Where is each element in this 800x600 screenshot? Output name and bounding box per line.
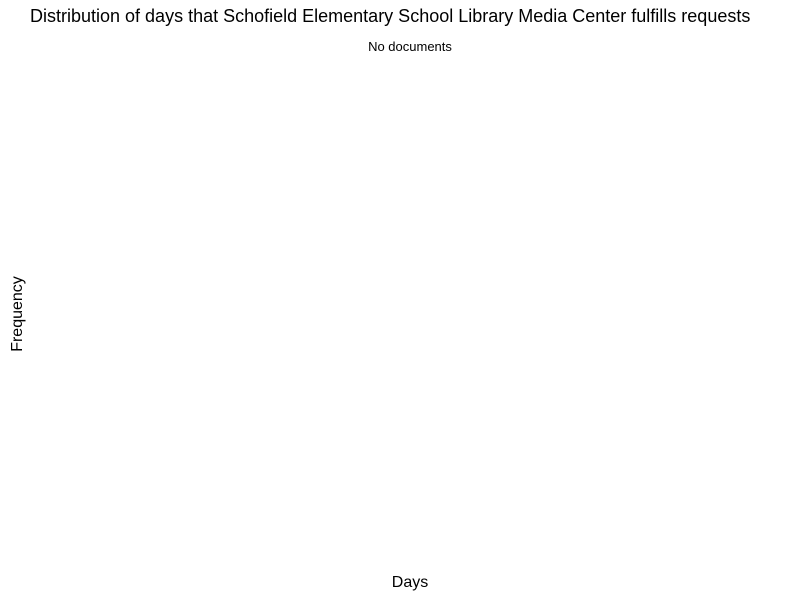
y-axis-label: Frequency (9, 276, 26, 352)
chart-title: Distribution of days that Schofield Elem… (30, 6, 751, 26)
histogram-chart: Distribution of days that Schofield Elem… (0, 0, 800, 600)
chart-subtitle: No documents (368, 39, 452, 54)
x-axis-label: Days (391, 574, 429, 591)
plot-area (44, 64, 800, 564)
